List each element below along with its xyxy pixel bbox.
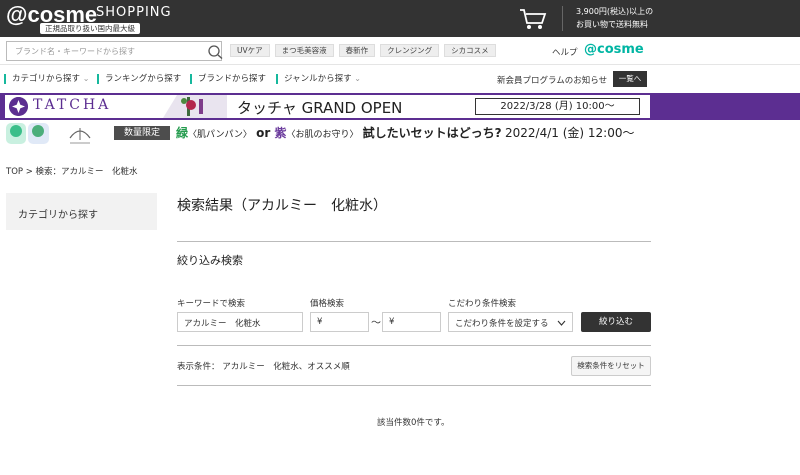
category-nav: カテゴリから探す ⌄ ランキングから探す ブランドから探す ジャンルから探す ⌄…	[0, 66, 800, 93]
search-row: ブランド名・キーワードから探す UVケア まつ毛美容液 春新作 クレンジング シ…	[0, 37, 800, 65]
reset-button[interactable]: 検索条件をリセット	[571, 356, 651, 376]
headline-or: or	[251, 126, 275, 140]
headline-tail: 試したいセットはどっち?	[358, 126, 502, 140]
divider	[177, 345, 651, 346]
tag-spring-new[interactable]: 春新作	[338, 44, 376, 57]
shipping-line-1: 3,900円(税込)以上の	[576, 7, 654, 16]
nav-brand-label: ブランドから探す	[198, 74, 267, 84]
character-illustration-icon	[6, 123, 49, 144]
search-icon[interactable]	[206, 45, 224, 59]
divider	[177, 241, 651, 242]
chevron-down-icon: ⌄	[82, 74, 90, 83]
headline-purple: 紫	[274, 126, 287, 140]
limited-badge: 数量限定	[114, 126, 170, 140]
tag-cleansing[interactable]: クレンジング	[380, 44, 440, 57]
filter-submit-button[interactable]: 絞り込む	[581, 312, 651, 332]
header-divider	[562, 6, 563, 31]
free-shipping-note: 3,900円(税込)以上の お買い物で送料無料	[576, 5, 653, 31]
popular-tags: UVケア まつ毛美容液 春新作 クレンジング シカコスメ	[230, 44, 501, 57]
limited-set-banner[interactable]: 数量限定 緑〈肌パンパン〉 or 紫〈お肌のお守り〉 試したいセットはどっち? …	[0, 120, 800, 148]
tag-eyelash-serum[interactable]: まつ毛美容液	[274, 44, 334, 57]
headline-green-note: 〈肌パンパン〉	[188, 130, 252, 140]
shopping-label: SHOPPING	[96, 5, 172, 20]
result-count: 該当件数0件です。	[377, 418, 450, 428]
page-title: 検索結果（アカルミー 化粧水）	[177, 198, 387, 214]
shipping-line-2: お買い物で送料無料	[576, 20, 648, 29]
condition-select-value: こだわり条件を設定する	[455, 319, 549, 329]
breadcrumb[interactable]: TOP > 検索：アカルミー 化粧水	[6, 165, 138, 177]
cosme-link[interactable]: @cosme	[584, 42, 644, 57]
keyword-label: キーワードで検索	[177, 299, 246, 309]
tag-cica[interactable]: シカコスメ	[444, 44, 496, 57]
help-link[interactable]: ヘルプ	[552, 46, 578, 58]
search-placeholder: ブランド名・キーワードから探す	[15, 47, 135, 56]
headline-purple-note: 〈お肌のお守り〉	[286, 130, 359, 140]
tatcha-brand: TATCHA	[33, 97, 112, 113]
filter-title: 絞り込み検索	[177, 254, 243, 267]
display-condition: 表示条件： アカルミー 化粧水、オススメ順	[177, 362, 350, 372]
chevron-down-icon	[557, 320, 566, 326]
nav-genre-label: ジャンルから探す	[284, 74, 352, 84]
nav-category[interactable]: カテゴリから探す ⌄	[4, 74, 89, 84]
cart-icon[interactable]	[518, 7, 548, 31]
condition-label: こだわり条件検索	[448, 299, 517, 309]
price-max-input[interactable]: ¥	[382, 312, 441, 332]
chevron-down-icon: ⌄	[354, 74, 361, 83]
tatcha-headline: タッチャ GRAND OPEN	[237, 99, 403, 117]
flower-image-icon	[163, 95, 227, 118]
nav-genre[interactable]: ジャンルから探す ⌄	[276, 74, 361, 84]
sidebar-category-label: カテゴリから探す	[18, 210, 98, 221]
limited-set-headline: 緑〈肌パンパン〉 or 紫〈お肌のお守り〉 試したいセットはどっち?	[176, 124, 502, 141]
nav-ranking[interactable]: ランキングから探す	[97, 74, 181, 84]
price-min-input[interactable]: ¥	[310, 312, 369, 332]
tatcha-logo-icon	[9, 97, 28, 116]
brand-logo-icon	[69, 128, 91, 144]
nav-ranking-label: ランキングから探す	[105, 74, 182, 84]
list-button[interactable]: 一覧へ	[613, 71, 647, 87]
divider	[177, 385, 651, 386]
tatcha-banner[interactable]: TATCHA タッチャ GRAND OPEN 2022/3/28 (月) 10:…	[0, 93, 800, 120]
keyword-input[interactable]: アカルミー 化粧水	[177, 312, 303, 332]
limited-set-date: 2022/4/1 (金) 12:00〜	[505, 126, 635, 140]
headline-green: 緑	[176, 126, 189, 140]
price-tilde: 〜	[371, 318, 381, 329]
logo-tagline: 正規品取り扱い国内最大級	[40, 23, 140, 34]
condition-select[interactable]: こだわり条件を設定する	[448, 312, 573, 332]
search-input[interactable]: ブランド名・キーワードから探す	[6, 41, 224, 61]
nav-brand[interactable]: ブランドから探す	[190, 74, 266, 84]
top-header: @cosme SHOPPING 正規品取り扱い国内最大級 3,900円(税込)以…	[0, 0, 800, 37]
news-link[interactable]: 新会員プログラムのお知らせ	[497, 74, 607, 86]
nav-category-label: カテゴリから探す	[12, 74, 81, 84]
price-label: 価格検索	[310, 299, 345, 309]
tatcha-banner-inner: TATCHA タッチャ GRAND OPEN 2022/3/28 (月) 10:…	[5, 95, 650, 118]
sidebar-category[interactable]: カテゴリから探す	[6, 193, 157, 230]
tatcha-date: 2022/3/28 (月) 10:00〜	[475, 98, 640, 115]
tag-uv-care[interactable]: UVケア	[230, 44, 270, 57]
